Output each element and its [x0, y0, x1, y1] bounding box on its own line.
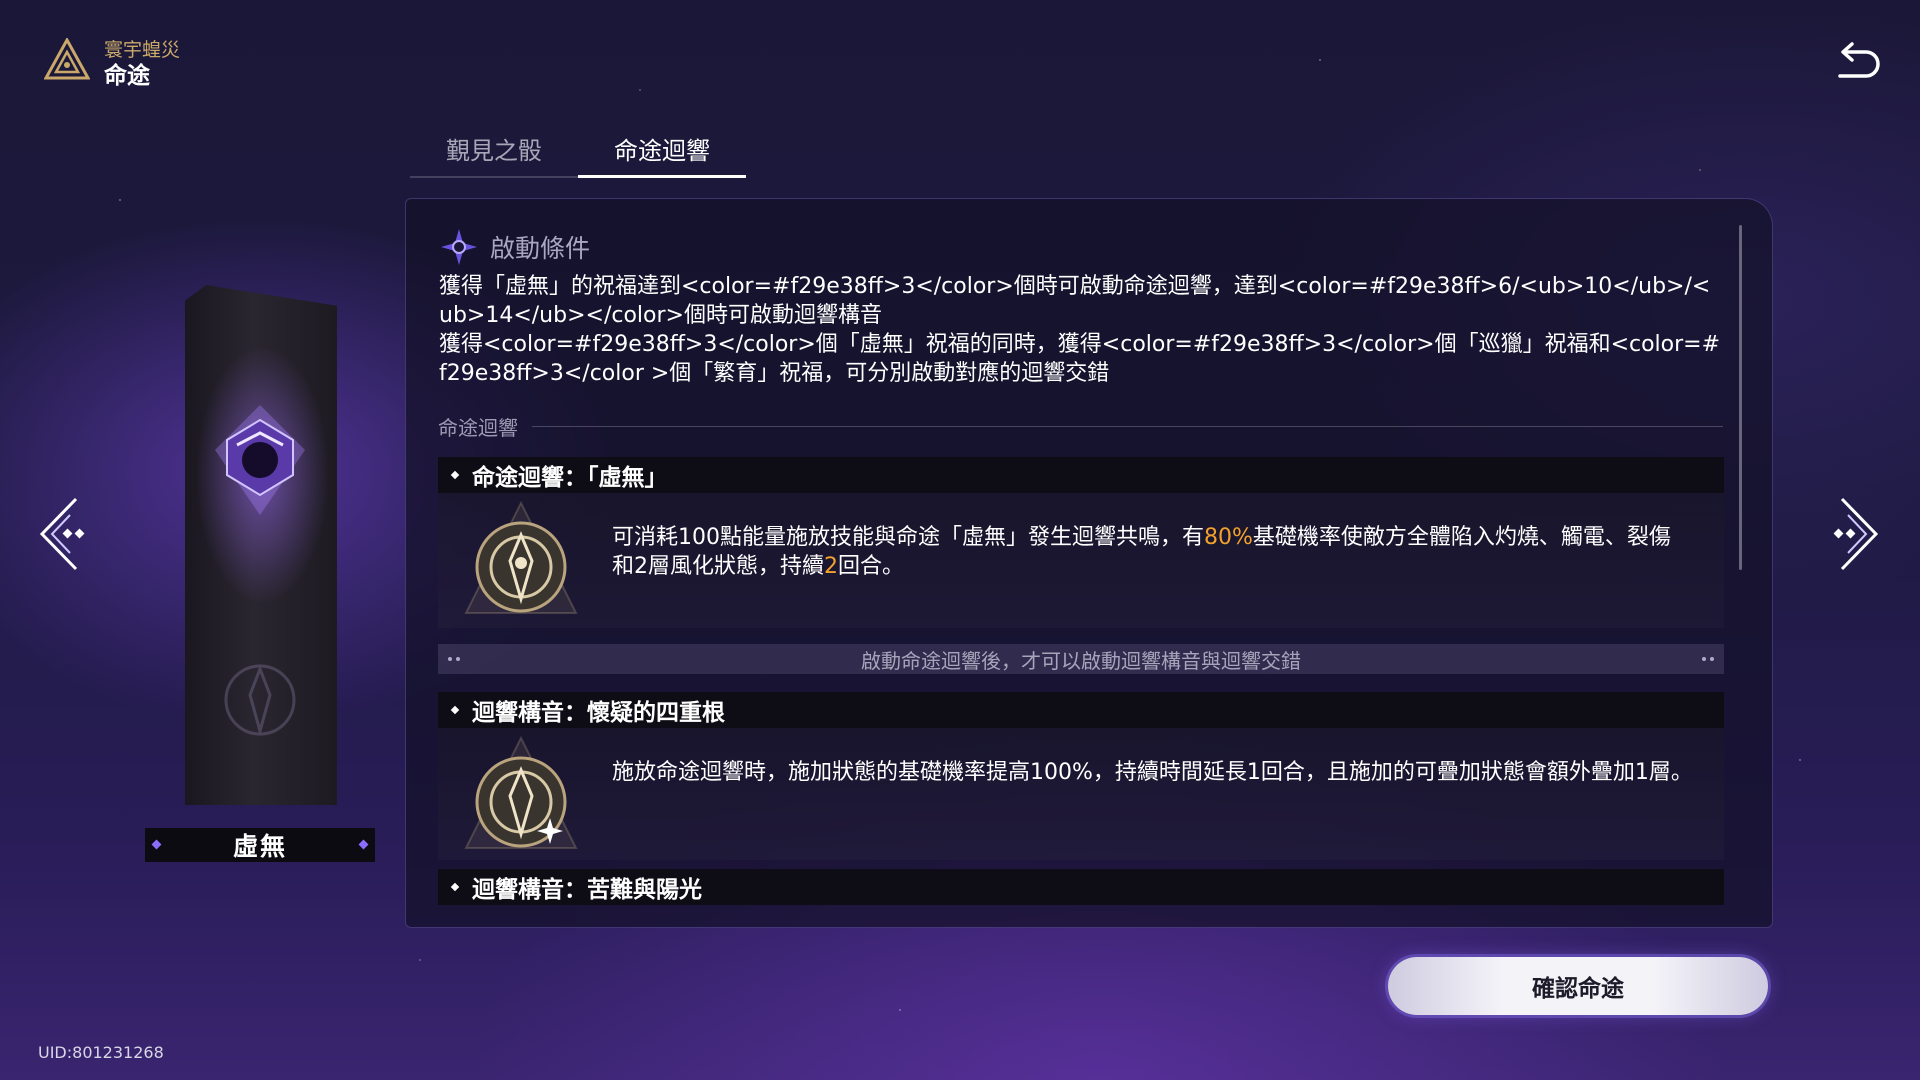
- resonance-description: 可消耗100點能量施放技能與命途「虛無」發生迴響共鳴，有80%基礎機率使敵方全體…: [612, 523, 1672, 581]
- resonance-title-bar: 命途迴響：「虛無」: [438, 457, 1724, 493]
- section-divider: 命途迴響: [438, 412, 1723, 441]
- section-label: 命途迴響: [438, 416, 518, 440]
- confirm-path-button[interactable]: 確認命途: [1388, 957, 1768, 1015]
- resonance-desc-part: 回合。: [838, 554, 905, 579]
- resonance-body: 可消耗100點能量施放技能與命途「虛無」發生迴響共鳴，有80%基礎機率使敵方全體…: [438, 493, 1724, 628]
- notice-text: 啟動命途迴響後，才可以啟動迴響構音與迴響交錯: [861, 648, 1301, 673]
- dots-icon: [448, 657, 460, 661]
- nihility-emblem-icon: [464, 501, 578, 614]
- bullet-icon: [450, 882, 460, 892]
- triangle-logo-icon: [44, 38, 90, 80]
- condition-line: 獲得<color=#f29e38ff>3</color>個「虛無」祝福的同時，獲…: [439, 332, 1721, 386]
- formation-body: 施放命途迴響時，施加狀態的基礎機率提高100%，持續時間延長1回合，且施加的可疊…: [438, 728, 1724, 860]
- condition-title: 啟動條件: [490, 234, 591, 263]
- page-title: 命途: [104, 63, 150, 89]
- path-card: [185, 285, 337, 805]
- tab-dice[interactable]: 覲見之骰: [410, 120, 578, 176]
- resonance-desc-part: 可消耗100點能量施放技能與命途「虛無」發生迴響共鳴，有: [612, 525, 1204, 550]
- bullet-icon: [450, 705, 460, 715]
- resonance-title: 命途迴響：「虛無」: [472, 465, 668, 491]
- resonance-chance-highlight: 80%: [1204, 525, 1253, 550]
- resonance-duration-highlight: 2: [824, 554, 838, 579]
- path-name-label: 虛無: [145, 828, 375, 862]
- tab-path-resonance[interactable]: 命途迴響: [578, 120, 746, 178]
- dots-icon: [1702, 657, 1714, 661]
- formation-title-bar: 迴響構音：懷疑的四重根: [438, 692, 1724, 728]
- formation-title: 迴響構音：苦難與陽光: [472, 877, 702, 903]
- star-compass-icon: [441, 229, 477, 265]
- faded-emblem-icon: [224, 664, 296, 737]
- condition-header: 啟動條件: [440, 228, 590, 266]
- return-icon[interactable]: [1832, 40, 1882, 86]
- tab-bar: 覲見之骰 命途迴響: [410, 120, 746, 178]
- path-name: 虛無: [232, 832, 287, 861]
- condition-text: 獲得「虛無」的祝福達到<color=#f29e38ff>3</color>個時可…: [439, 272, 1724, 388]
- chevron-right-icon[interactable]: [1820, 495, 1880, 573]
- nihility-crystal-icon: [215, 405, 305, 515]
- diamond-icon: [358, 839, 369, 850]
- formation-description: 施放命途迴響時，施加狀態的基礎機率提高100%，持續時間延長1回合，且施加的可疊…: [612, 760, 1693, 785]
- unlock-notice: 啟動命途迴響後，才可以啟動迴響構音與迴響交錯: [438, 644, 1724, 674]
- formation-emblem-icon: [464, 736, 578, 849]
- mode-header: 寰宇蝗災 命途: [44, 38, 180, 90]
- formation-title-bar: 迴響構音：苦難與陽光: [438, 869, 1724, 905]
- chevron-left-icon[interactable]: [38, 495, 98, 573]
- bullet-icon: [450, 470, 460, 480]
- mode-subtitle: 寰宇蝗災: [104, 39, 181, 61]
- condition-line: 獲得「虛無」的祝福達到<color=#f29e38ff>3</color>個時可…: [439, 274, 1711, 328]
- uid-label: UID:801231268: [38, 1043, 164, 1062]
- formation-title: 迴響構音：懷疑的四重根: [472, 700, 725, 726]
- diamond-icon: [151, 839, 162, 850]
- divider-line: [532, 426, 1723, 427]
- panel-scrollbar[interactable]: [1739, 225, 1742, 570]
